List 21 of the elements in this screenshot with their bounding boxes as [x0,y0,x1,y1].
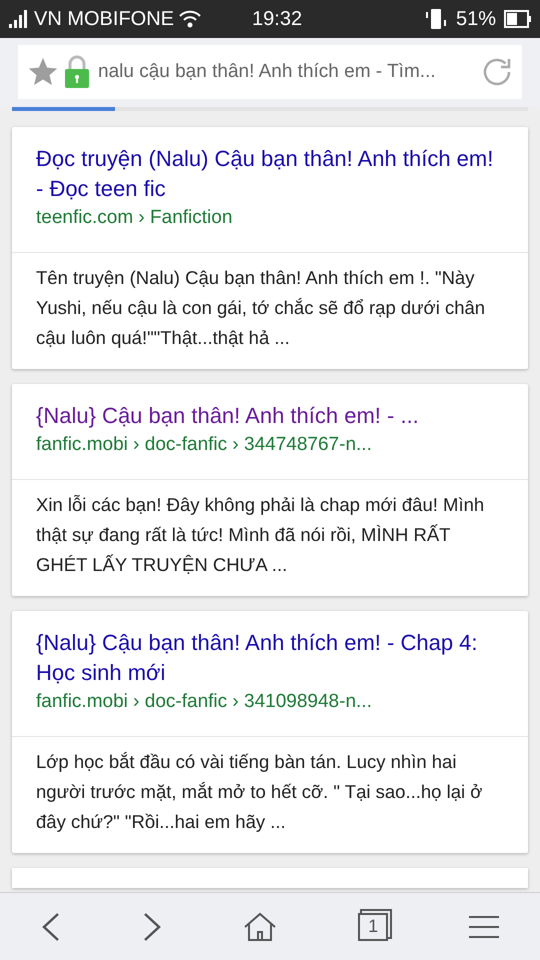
address-bar[interactable]: nalu cậu bạn thân! Anh thích em - Tìm... [18,45,522,99]
result-title-link[interactable]: Đọc truyện (Nalu) Cậu bạn thân! Anh thích em! - Đọc teen fic [36,144,504,204]
clock: 19:32 [252,7,302,32]
forward-icon[interactable] [142,912,162,942]
menu-icon[interactable] [469,914,500,938]
vibrate-icon [424,8,448,30]
battery-percent: 51% [456,7,496,32]
result-url: teenfic.com › Fanfiction [36,206,234,230]
result-snippet: Lớp học bắt đầu có vài tiếng bàn tán. Lucy nhìn hai người trước mặt, mắt mở to hết cỡ. " Tại sao...họ lại ở đây chứ?" "Rồi...hai em hãy ... [36,750,484,834]
result-url: fanfic.mobi › doc-fanfic › 344748767-n... [36,433,373,457]
home-icon[interactable] [242,912,277,942]
wifi-icon [178,10,202,28]
signal-icon [8,10,30,28]
result-title-link[interactable]: {Nalu} Cậu bạn thân! Anh thích em! - Chap 4: Học sinh mới [36,628,504,688]
result-title-link[interactable]: {Nalu} Cậu bạn thân! Anh thích em! - ... [36,401,504,431]
battery-icon [504,10,532,28]
back-icon[interactable] [40,912,61,942]
result-url: fanfic.mobi › doc-fanfic › 341098948-n... [36,690,373,714]
carrier-name: VN MOBIFONE [34,7,174,32]
result-snippet: Xin lỗi các bạn! Đây không phải là chap mới đâu! Mình thật sự đang rất là tức! Mình đã nói rồi, MÌNH RẤT GHÉT LẤY TRUYỆN CHƯA ... [36,493,486,577]
result-snippet: Tên truyện (Nalu) Cậu bạn thân! Anh thích em !. "Này Yushi, nếu cậu là con gái, tớ chắc sẽ đổ rạp dưới chân cậu luôn quá!""Thật...thật hả ... [36,266,486,350]
